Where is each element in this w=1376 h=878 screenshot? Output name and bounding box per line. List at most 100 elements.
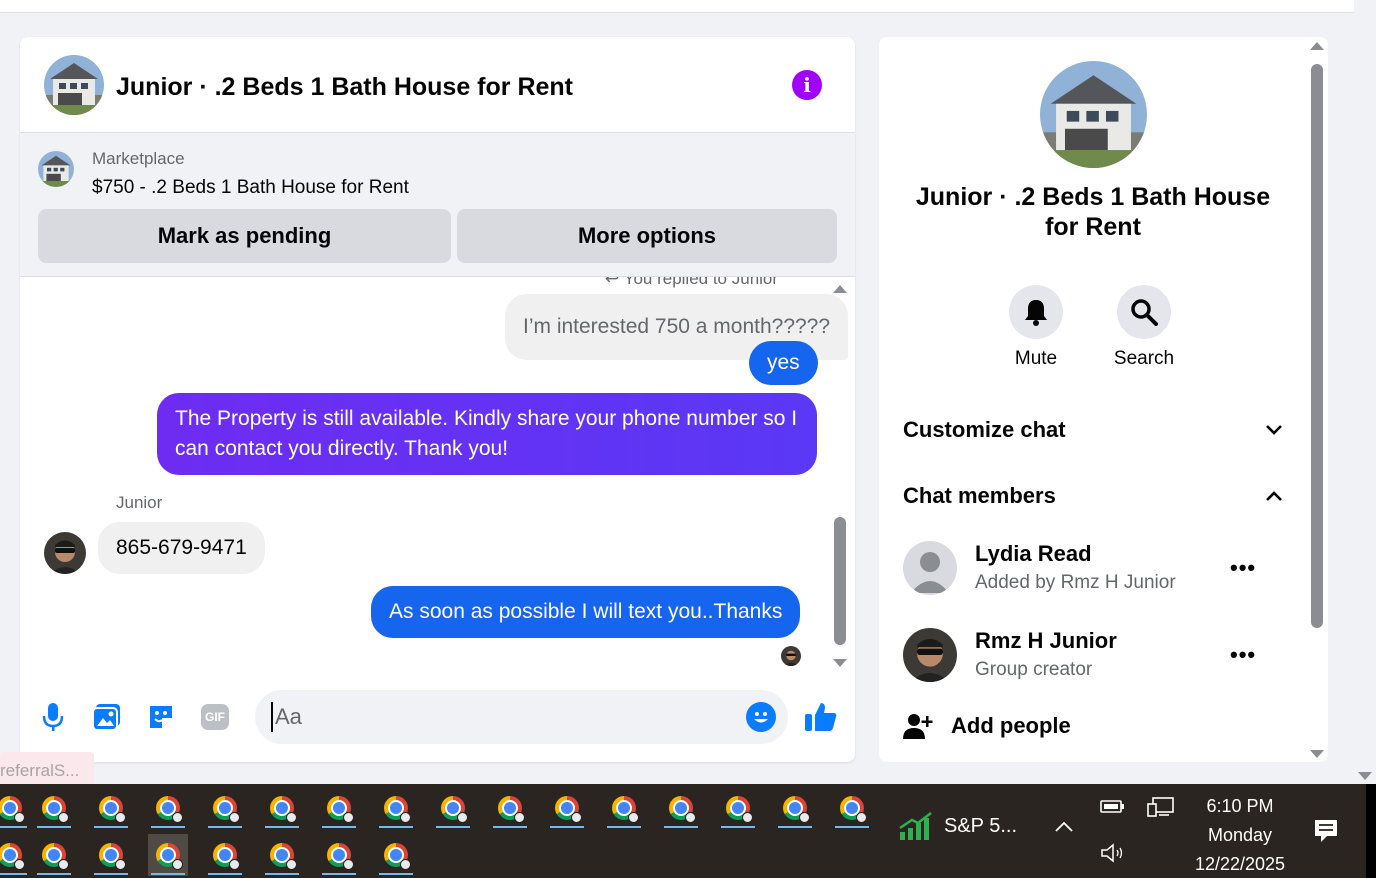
tray-chevron-up-icon[interactable]: [1054, 820, 1074, 839]
search-button[interactable]: [1117, 285, 1171, 339]
listing-avatar[interactable]: [44, 55, 104, 115]
running-indicator: [151, 873, 185, 875]
sticker-icon[interactable]: [143, 699, 179, 735]
chrome-taskbar-icon[interactable]: [148, 787, 188, 829]
chrome-taskbar-icon[interactable]: [604, 787, 644, 829]
chrome-taskbar-icon[interactable]: [34, 787, 74, 829]
chrome-taskbar-icon[interactable]: [490, 787, 530, 829]
chrome-taskbar-icon[interactable]: [775, 787, 815, 829]
member-item[interactable]: Lydia Read Added by Rmz H Junior •••: [903, 539, 1288, 599]
photo-icon[interactable]: [89, 699, 125, 735]
add-people-button[interactable]: Add people: [903, 709, 1071, 743]
more-options-button[interactable]: More options: [457, 209, 837, 263]
scroll-down-arrow[interactable]: [833, 659, 847, 667]
stock-widget-label: S&P 5...: [944, 814, 1018, 837]
member-item[interactable]: Rmz H Junior Group creator •••: [903, 626, 1288, 686]
message-property[interactable]: The Property is still available. Kindly …: [157, 393, 817, 475]
chrome-taskbar-icon[interactable]: [0, 834, 30, 876]
message-scrollbar[interactable]: [832, 285, 848, 667]
chrome-taskbar-icon[interactable]: [91, 834, 131, 876]
profile-badge: [343, 812, 354, 823]
scroll-thumb[interactable]: [1311, 64, 1323, 628]
running-indicator: [37, 826, 71, 828]
chrome-icon: [327, 796, 354, 823]
page-scrollbar[interactable]: [1354, 0, 1376, 784]
mute-label: Mute: [1014, 348, 1058, 369]
chrome-taskbar-icon[interactable]: [376, 834, 416, 876]
gif-icon[interactable]: GIF: [197, 699, 233, 735]
chat-members-row[interactable]: Chat members: [903, 481, 1283, 511]
message-input[interactable]: [271, 702, 731, 732]
message-input-box[interactable]: [255, 690, 788, 744]
chrome-taskbar-icon[interactable]: [148, 834, 188, 876]
add-people-label: Add people: [951, 713, 1071, 738]
chat-title[interactable]: Junior · .2 Beds 1 Bath House for Rent: [116, 73, 573, 102]
scroll-up-arrow[interactable]: [1310, 42, 1324, 50]
running-indicator: [607, 826, 641, 828]
bell-icon: [1025, 300, 1047, 326]
chrome-taskbar-icon[interactable]: [0, 787, 30, 829]
search-label: Search: [1113, 348, 1175, 369]
chrome-taskbar-icon[interactable]: [547, 787, 587, 829]
chrome-taskbar-icon[interactable]: [262, 834, 302, 876]
chrome-taskbar-icon[interactable]: [205, 834, 245, 876]
system-clock[interactable]: 6:10 PM Monday 12/22/2025: [1190, 792, 1290, 878]
junior-avatar[interactable]: [44, 532, 86, 574]
chrome-taskbar-icon[interactable]: [262, 787, 302, 829]
mute-button[interactable]: [1009, 285, 1063, 339]
thumbs-up-icon[interactable]: [803, 699, 839, 735]
chrome-taskbar-icon[interactable]: [718, 787, 758, 829]
gif-label: GIF: [201, 704, 229, 730]
default-avatar: [903, 541, 957, 595]
volume-icon[interactable]: [1100, 842, 1126, 869]
message-yes[interactable]: yes: [749, 341, 818, 385]
profile-badge: [286, 859, 297, 870]
mark-pending-button[interactable]: Mark as pending: [38, 209, 451, 263]
chrome-taskbar-icon[interactable]: [205, 787, 245, 829]
running-indicator: [37, 873, 71, 875]
profile-badge: [799, 812, 810, 823]
read-receipt-avatar: [781, 646, 801, 666]
message-reply[interactable]: As soon as possible I will text you..Tha…: [371, 586, 801, 638]
browser-top-edge: [0, 0, 1354, 13]
emoji-icon[interactable]: [746, 702, 776, 732]
profile-badge: [742, 812, 753, 823]
chrome-taskbar-icon[interactable]: [319, 834, 359, 876]
running-indicator: [208, 826, 242, 828]
running-indicator: [436, 826, 470, 828]
customize-chat-row[interactable]: Customize chat: [903, 415, 1283, 445]
profile-badge: [514, 812, 525, 823]
info-icon[interactable]: i: [792, 70, 822, 100]
chrome-taskbar-icon[interactable]: [91, 787, 131, 829]
group-avatar[interactable]: [1040, 61, 1147, 168]
listing-title[interactable]: $750 - .2 Beds 1 Bath House for Rent: [92, 177, 409, 199]
scroll-down-arrow[interactable]: [1358, 772, 1372, 780]
panel-scrollbar[interactable]: [1309, 42, 1325, 758]
microphone-icon[interactable]: [35, 699, 71, 735]
chrome-taskbar-icon[interactable]: [34, 834, 74, 876]
chrome-taskbar-icon[interactable]: [661, 787, 701, 829]
tab-fragment[interactable]: referralS...: [0, 752, 94, 784]
stock-widget[interactable]: S&P 5...: [898, 810, 1017, 842]
listing-thumbnail[interactable]: [38, 151, 74, 187]
more-icon[interactable]: •••: [1230, 642, 1256, 668]
chrome-icon: [498, 796, 525, 823]
member-subtitle: Group creator: [975, 659, 1093, 680]
chrome-taskbar-icon[interactable]: [319, 787, 359, 829]
chrome-taskbar-icon[interactable]: [433, 787, 473, 829]
profile-badge: [856, 812, 867, 823]
scroll-down-arrow[interactable]: [1310, 750, 1324, 758]
running-indicator: [835, 826, 869, 828]
message-phone[interactable]: 865-679-9471: [98, 522, 265, 574]
scroll-up-arrow[interactable]: [833, 285, 847, 293]
notification-icon[interactable]: [1313, 818, 1339, 849]
chat-window: Junior · .2 Beds 1 Bath House for Rent i…: [20, 37, 855, 762]
chrome-taskbar-icon[interactable]: [832, 787, 872, 829]
more-icon[interactable]: •••: [1230, 555, 1256, 581]
scroll-thumb[interactable]: [834, 517, 846, 645]
chat-members-label: Chat members: [903, 483, 1056, 508]
chrome-taskbar-icon[interactable]: [376, 787, 416, 829]
battery-icon[interactable]: [1100, 798, 1126, 819]
profile-badge: [115, 859, 126, 870]
network-icon[interactable]: [1147, 796, 1175, 823]
